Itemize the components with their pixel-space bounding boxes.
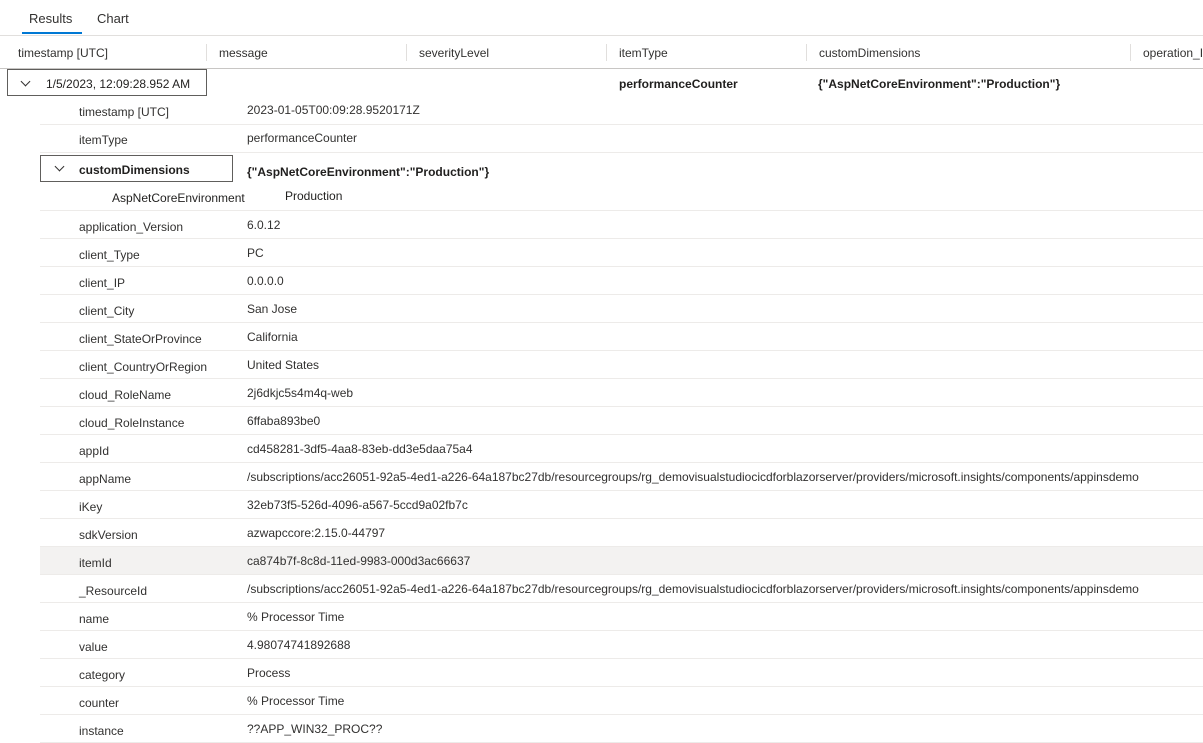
detail-key: value <box>79 640 108 654</box>
results-tab-bar: Results Chart <box>0 0 1203 36</box>
row-timestamp: 1/5/2023, 12:09:28.952 AM <box>46 77 191 91</box>
detail-value: San Jose <box>247 302 298 316</box>
column-header-customdimensions[interactable]: customDimensions <box>819 46 920 60</box>
detail-key: client_Type <box>79 248 140 262</box>
detail-row: counter % Processor Time <box>40 687 1203 715</box>
detail-key: itemId <box>79 556 112 570</box>
detail-value: 2j6dkjc5s4m4q-web <box>247 386 354 400</box>
detail-value: ??APP_WIN32_PROC?? <box>247 722 383 736</box>
column-resize-handle[interactable] <box>806 44 807 61</box>
detail-row: value 4.98074741892688 <box>40 631 1203 659</box>
detail-value: ca874b7f-8c8d-11ed-9983-000d3ac66637 <box>247 554 471 568</box>
detail-key: client_City <box>79 304 135 318</box>
detail-key: customDimensions <box>79 163 190 177</box>
detail-key: client_CountryOrRegion <box>79 360 208 374</box>
detail-value: /subscriptions/acc26051-92a5-4ed1-a226-6… <box>247 582 1139 596</box>
detail-row: iKey 32eb73f5-526d-4096-a567-5ccd9a02fb7c <box>40 491 1203 519</box>
detail-key: client_StateOrProvince <box>79 332 202 346</box>
column-resize-handle[interactable] <box>1130 44 1131 61</box>
detail-row: sdkVersion azwapccore:2.15.0-44797 <box>40 519 1203 547</box>
detail-key: application_Version <box>79 220 184 234</box>
detail-row: instance ??APP_WIN32_PROC?? <box>40 715 1203 743</box>
detail-row: name % Processor Time <box>40 603 1203 631</box>
detail-key: appId <box>79 444 110 458</box>
nested-row-divider <box>40 183 1203 211</box>
detail-row: client_StateOrProvince California <box>40 323 1203 351</box>
detail-value: performanceCounter <box>247 131 358 145</box>
detail-key: appName <box>79 472 132 486</box>
detail-value: % Processor Time <box>247 610 345 624</box>
detail-value: 4.98074741892688 <box>247 638 351 652</box>
row-itemtype: performanceCounter <box>619 77 738 91</box>
detail-row: client_CountryOrRegion United States <box>40 351 1203 379</box>
column-header-row: timestamp [UTC] message severityLevel it… <box>0 36 1203 69</box>
detail-key: instance <box>79 724 124 738</box>
detail-value: PC <box>247 246 264 260</box>
detail-key: category <box>79 668 126 682</box>
detail-value: % Processor Time <box>247 694 345 708</box>
detail-row: client_City San Jose <box>40 295 1203 323</box>
detail-value: 6ffaba893be0 <box>247 414 321 428</box>
active-tab-indicator <box>22 32 82 34</box>
column-header-severitylevel[interactable]: severityLevel <box>419 46 489 60</box>
detail-row: category Process <box>40 659 1203 687</box>
detail-value: Process <box>247 666 291 680</box>
detail-row-itemtype: itemType performanceCounter <box>40 125 1203 153</box>
detail-row: appName/subscriptions/acc26051-92a5-4ed1… <box>40 463 1203 491</box>
detail-value: 6.0.12 <box>247 218 281 232</box>
detail-value: 32eb73f5-526d-4096-a567-5ccd9a02fb7c <box>247 498 468 512</box>
detail-key: _ResourceId <box>79 584 148 598</box>
detail-value: 0.0.0.0 <box>247 274 284 288</box>
detail-row: cloud_RoleInstance 6ffaba893be0 <box>40 407 1203 435</box>
tab-results[interactable]: Results <box>29 11 72 26</box>
table-row[interactable]: 1/5/2023, 12:09:28.952 AM performanceCou… <box>0 69 1203 97</box>
column-resize-handle[interactable] <box>206 44 207 61</box>
customdimensions-expander[interactable]: customDimensions <box>40 155 233 182</box>
detail-row: _ResourceId/subscriptions/acc26051-92a5-… <box>40 575 1203 603</box>
row-customdimensions: {"AspNetCoreEnvironment":"Production"} <box>818 77 1061 91</box>
detail-key: sdkVersion <box>79 528 138 542</box>
customdimensions-value: {"AspNetCoreEnvironment":"Production"} <box>247 165 490 179</box>
detail-key: client_IP <box>79 276 126 290</box>
detail-value: California <box>247 330 298 344</box>
detail-value: 2023-01-05T00:09:28.9520171Z <box>247 103 420 117</box>
detail-key: cloud_RoleInstance <box>79 416 185 430</box>
column-header-operation-id[interactable]: operation_I <box>1143 46 1203 60</box>
detail-key: itemType <box>79 133 128 147</box>
detail-value: United States <box>247 358 320 372</box>
detail-row: cloud_RoleName 2j6dkjc5s4m4q-web <box>40 379 1203 407</box>
tab-chart[interactable]: Chart <box>97 11 129 26</box>
detail-key: iKey <box>79 500 103 514</box>
detail-row: application_Version 6.0.12 <box>40 211 1203 239</box>
detail-value: cd458281-3df5-4aa8-83eb-dd3e5daa75a4 <box>247 442 473 456</box>
chevron-down-icon[interactable] <box>54 161 65 172</box>
detail-value: /subscriptions/acc26051-92a5-4ed1-a226-6… <box>247 470 1139 484</box>
detail-row: itemId ca874b7f-8c8d-11ed-9983-000d3ac666… <box>40 547 1203 575</box>
column-resize-handle[interactable] <box>606 44 607 61</box>
detail-key: name <box>79 612 110 626</box>
column-header-itemtype[interactable]: itemType <box>619 46 668 60</box>
detail-row: client_IP 0.0.0.0 <box>40 267 1203 295</box>
detail-row-timestamp: timestamp [UTC] 2023-01-05T00:09:28.9520… <box>40 97 1203 125</box>
detail-key: timestamp [UTC] <box>79 105 170 119</box>
detail-key: cloud_RoleName <box>79 388 172 402</box>
detail-key: counter <box>79 696 120 710</box>
detail-row: appId cd458281-3df5-4aa8-83eb-dd3e5daa75a… <box>40 435 1203 463</box>
column-resize-handle[interactable] <box>406 44 407 61</box>
column-header-timestamp[interactable]: timestamp [UTC] <box>18 46 108 60</box>
column-header-message[interactable]: message <box>219 46 268 60</box>
detail-row: client_Type PC <box>40 239 1203 267</box>
detail-value: azwapccore:2.15.0-44797 <box>247 526 386 540</box>
